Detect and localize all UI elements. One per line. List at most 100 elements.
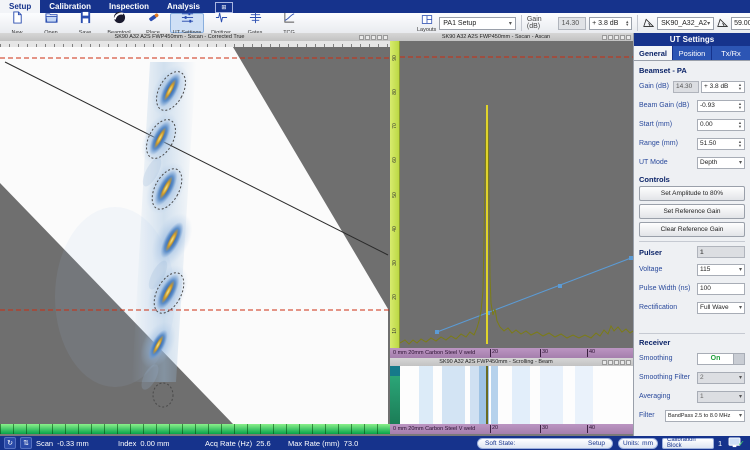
set-reference-gain-button[interactable]: Set Reference Gain	[639, 204, 745, 219]
updown-icon[interactable]: ⇅	[20, 437, 32, 449]
tab-txrx[interactable]: Tx/Rx	[711, 46, 750, 60]
echo-band	[575, 366, 594, 424]
sscan-header: SK90 A32 A2S FWP450mm - Sscan - Correcte…	[0, 33, 390, 41]
smoothing-row: Smoothing On	[639, 349, 745, 368]
sscan-plot[interactable]	[0, 47, 390, 424]
panel-tabs: General Position Tx/Rx	[634, 46, 750, 61]
save-floppy-icon	[79, 11, 92, 29]
set-amplitude-button[interactable]: Set Amplitude to 80%	[639, 186, 745, 201]
max-rate: Max Rate (mm)73.0	[288, 436, 358, 450]
voltage-row: Voltage 115▾	[639, 260, 745, 279]
gain-value-box: 14.30	[558, 17, 586, 30]
start-row: Start (mm) 0.00▲▼	[639, 115, 745, 134]
rectification-row: Rectification Full Wave▾	[639, 298, 745, 317]
open-button[interactable]: Open	[34, 13, 68, 33]
echo-band	[540, 366, 563, 424]
sscan-view-toolbar[interactable]	[359, 35, 388, 40]
voltage-select[interactable]: 115▾	[697, 264, 745, 276]
gain-delta-spinner[interactable]: + 3.8 dB▲▼	[701, 81, 745, 93]
ascan-view-toolbar[interactable]	[602, 35, 631, 40]
beamset-section-header: Beamset - PA	[639, 66, 745, 75]
ut-mode-select[interactable]: Depth▾	[697, 157, 745, 169]
spinner-arrows-icon[interactable]: ▲▼	[625, 20, 629, 27]
clear-reference-gain-button[interactable]: Clear Reference Gain	[639, 222, 745, 237]
new-file-icon	[11, 11, 24, 29]
refresh-icon[interactable]: ↻	[4, 437, 16, 449]
echo-line	[486, 366, 488, 424]
strip-header: SK90 A32 A2S FWP450mm - Scrolling - Beam	[390, 358, 633, 366]
toggle-grip	[733, 354, 744, 364]
ascan-amplitude-ruler: 9080 7060 5040 3020 10	[390, 41, 400, 348]
layouts-icon	[421, 14, 433, 27]
place-button[interactable]: Place	[136, 13, 170, 33]
ascan-title: SK90 A32 A2S FWP450mm - Sscan - Ascan	[390, 34, 602, 40]
start-spinner[interactable]: 0.00▲▼	[697, 119, 745, 131]
pulser-section-header: Pulser 1	[639, 246, 745, 258]
divider	[639, 333, 745, 334]
toolbar-right-controls: Layouts PA1 Setup▾ Gain (dB) 14.30 + 3.8…	[417, 13, 750, 33]
acq-rate: Acq Rate (Hz)25.6	[205, 436, 271, 450]
chevron-down-icon: ▾	[707, 20, 710, 27]
beamset-select[interactable]: SK90_A32_A2▾	[657, 17, 714, 30]
separator	[521, 15, 522, 31]
smoothing-toggle[interactable]: On	[697, 353, 745, 365]
panel-title: UT Settings	[634, 33, 750, 46]
ascan-depth-ruler: 0 mm 20mm Carbon Steel V weld 20 30 40	[390, 348, 633, 358]
range-spinner[interactable]: 51.50▲▼	[697, 138, 745, 150]
strip-plot[interactable]	[400, 366, 633, 424]
pulse-width-input[interactable]: 100	[697, 283, 745, 295]
tab-general[interactable]: General	[634, 46, 672, 60]
ascan-plot[interactable]	[400, 41, 633, 348]
pulse-waveform-icon	[215, 11, 228, 29]
block-count: 1	[718, 436, 722, 450]
layouts-button[interactable]: Layouts	[417, 14, 436, 33]
calibration-block-button[interactable]: Calibration Block	[662, 438, 714, 449]
material-label: 0 mm 20mm Carbon Steel V weld	[393, 350, 475, 356]
filter-select[interactable]: BandPass 2.5 to 8.0 MHz▾	[665, 410, 745, 422]
pulse-width-row: Pulse Width (ns) 100	[639, 279, 745, 298]
save-button[interactable]: Save	[68, 13, 102, 33]
soft-state-pill[interactable]: Soft State:Setup	[477, 438, 613, 449]
smoothing-filter-row: Smoothing Filter 2▾	[639, 368, 745, 387]
echo-band	[512, 366, 531, 424]
separator	[637, 15, 638, 31]
filter-row: Filter BandPass 2.5 to 8.0 MHz▾	[639, 406, 745, 425]
tab-position[interactable]: Position	[672, 46, 711, 60]
receiver-section-header: Receiver	[639, 338, 745, 347]
new-button[interactable]: New	[0, 13, 34, 33]
index-position: Index0.00 mm	[118, 436, 170, 450]
rectification-select[interactable]: Full Wave▾	[697, 302, 745, 314]
angle-spinner[interactable]: 59.00 ▲▼	[731, 17, 750, 30]
probe-icon	[147, 11, 160, 29]
gain-delta-spinner[interactable]: + 3.8 dB ▲▼	[589, 17, 632, 30]
status-bar: ↻ ⇅ Scan-0.33 mm Index0.00 mm Acq Rate (…	[0, 436, 750, 450]
chevron-down-icon: ▾	[509, 20, 512, 27]
pulser-number: 1	[697, 246, 745, 258]
sscan-title: SK90 A32 A2S FWP450mm - Sscan - Correcte…	[0, 34, 359, 40]
ut-mode-row: UT Mode Depth▾	[639, 153, 745, 172]
strip-depth-ruler: 0 mm 20mm Carbon Steel V weld 20 30 40	[390, 424, 633, 434]
units-pill[interactable]: Units:mm	[618, 438, 658, 449]
tcg-button[interactable]: TCG	[272, 13, 306, 33]
beamtool-button[interactable]: Beamtool	[102, 13, 136, 33]
gates-button[interactable]: Gates	[238, 13, 272, 33]
ut-settings-button[interactable]: UT Settings	[170, 13, 204, 33]
scan-position: Scan-0.33 mm	[36, 436, 89, 450]
strip-ruler-cap	[390, 366, 400, 376]
status-left-icons: ↻ ⇅	[4, 436, 32, 450]
sscan-graphics	[0, 47, 390, 424]
smoothing-filter-select[interactable]: 2▾	[697, 372, 745, 384]
sliders-icon	[181, 11, 194, 29]
echo-band	[491, 366, 498, 424]
strip-title: SK90 A32 A2S FWP450mm - Scrolling - Beam	[390, 359, 602, 365]
ascan-header: SK90 A32 A2S FWP450mm - Sscan - Ascan	[390, 33, 633, 41]
layout-preset-select[interactable]: PA1 Setup▾	[439, 17, 516, 30]
beam-gain-spinner[interactable]: -0.93▲▼	[697, 100, 745, 112]
strip-view-toolbar[interactable]	[602, 360, 631, 365]
ut-inspection-app: Setup Calibration Inspection Analysis ⊞ …	[0, 0, 750, 450]
ut-settings-panel: UT Settings General Position Tx/Rx Beams…	[633, 33, 750, 436]
averaging-row: Averaging 1▾	[639, 387, 745, 406]
check-icon: ✓	[738, 439, 745, 448]
averaging-select[interactable]: 1▾	[697, 391, 745, 403]
digitizer-button[interactable]: Digitizer	[204, 13, 238, 33]
